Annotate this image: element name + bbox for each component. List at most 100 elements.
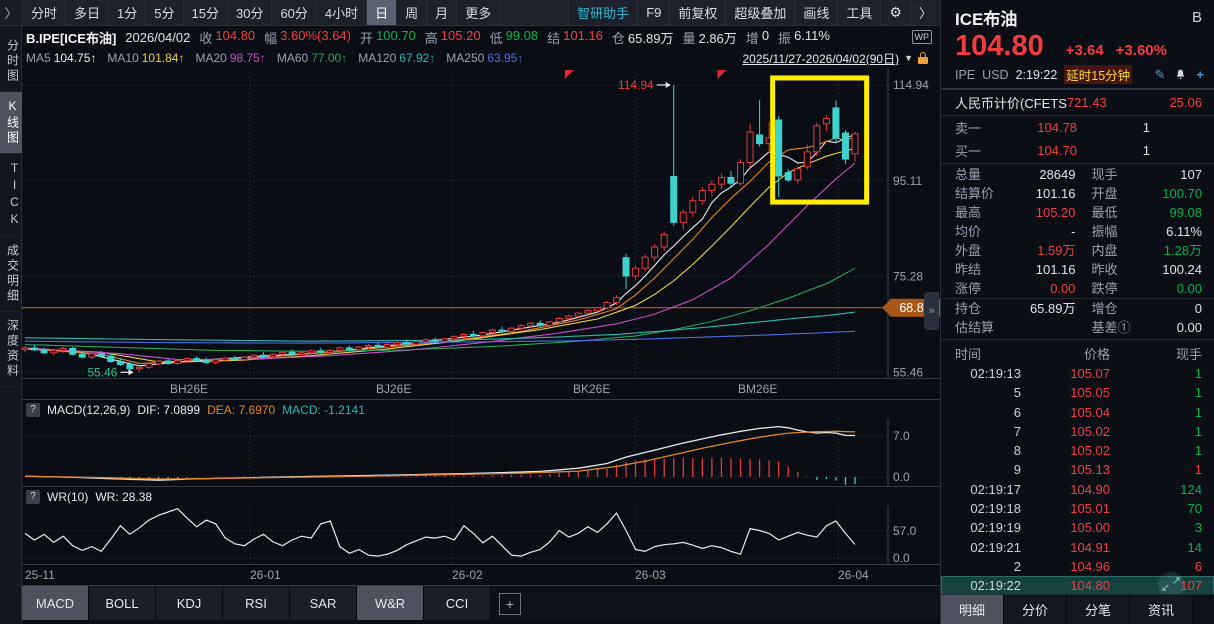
stat-row: 最高105.20最低99.08 (941, 203, 1214, 222)
instrument-name: ICE布油 (955, 5, 1017, 30)
trade-row[interactable]: 5105.051 (941, 383, 1214, 402)
panel-expander-button[interactable]: » (924, 292, 939, 330)
toolbar-button-前复权[interactable]: 前复权 (669, 0, 725, 25)
trade-row[interactable]: 02:19:21104.9114 (941, 538, 1214, 557)
quote-tab-分价[interactable]: 分价 (1004, 595, 1067, 624)
indicator-tab-W&R[interactable]: W&R (357, 586, 424, 620)
lock-icon[interactable] (918, 57, 928, 64)
contract-label-BJ26E: BJ26E (376, 382, 411, 396)
cny-extra: 25.06 (1169, 95, 1202, 110)
trade-date: 2026/04/02 (125, 30, 190, 45)
trade-row[interactable]: 02:19:18105.0170 (941, 499, 1214, 518)
toolbar-button-智研助手[interactable]: 智研助手 (568, 0, 637, 25)
add-indicator-button[interactable]: + (499, 593, 521, 615)
x-axis-labels: 25-1126-0126-0226-0326-04 (22, 565, 940, 586)
timeframe-tab-周[interactable]: 周 (397, 0, 427, 25)
quote-tab-明细[interactable]: 明细 (941, 595, 1004, 624)
timeframe-tab-多日[interactable]: 多日 (66, 0, 109, 25)
timeframe-tab-分时[interactable]: 分时 (23, 0, 66, 25)
ask-row[interactable]: 卖一 104.78 1 (941, 116, 1214, 139)
field-量: 量2.86万 (682, 28, 736, 47)
sidebar-item-成交明细[interactable]: 成交明细 (0, 237, 22, 312)
field-高: 高105.20 (425, 28, 481, 47)
wp-window-icon[interactable]: WP (912, 30, 933, 44)
date-label-26-01: 26-01 (250, 568, 281, 582)
price-change: +3.64 (1066, 42, 1104, 59)
chart-area: B.IPE[ICE布油] 2026/04/02 收104.80幅3.60%(3.… (22, 26, 940, 624)
quote-tab-资讯[interactable]: 资讯 (1130, 595, 1193, 624)
ma-legend-MA120: MA12067.92↑ (358, 51, 435, 65)
collapse-panel-button[interactable]: 〉 (0, 0, 23, 25)
timeframe-tab-1分[interactable]: 1分 (109, 0, 146, 25)
trade-row[interactable]: 9105.131 (941, 460, 1214, 479)
stat-row: 昨结101.16昨收100.24 (941, 260, 1214, 279)
wr-chart[interactable]: 57.00.0 (22, 506, 940, 565)
macd-chart[interactable]: 7.00.0 (22, 419, 940, 487)
toolbar-button-F9[interactable]: F9 (637, 0, 669, 25)
sidebar-item-分时图[interactable]: 分时图 (0, 32, 22, 92)
indicator-tab-CCI[interactable]: CCI (424, 586, 491, 620)
indicator-tab-BOLL[interactable]: BOLL (89, 586, 156, 620)
trade-row[interactable]: 02:19:13105.071 (941, 364, 1214, 383)
indicator-tab-MACD[interactable]: MACD (22, 586, 89, 620)
candlestick-chart[interactable]: 114.9495.1175.2855.46114.9455.4668.82 (22, 68, 940, 378)
indicator-tab-SAR[interactable]: SAR (290, 586, 357, 620)
svg-text:55.46: 55.46 (87, 365, 117, 378)
timeframe-tab-更多[interactable]: 更多 (457, 0, 500, 25)
trade-row[interactable]: 02:19:22104.80107↗↙ (941, 576, 1214, 595)
caret-down-icon[interactable]: ▼ (904, 53, 913, 63)
trade-row[interactable]: 02:19:19105.003 (941, 518, 1214, 537)
cny-pricing-row: 人民币计价(CFETS 721.43 25.06 (941, 90, 1214, 116)
trade-row[interactable]: 6105.041 (941, 403, 1214, 422)
quote-tab-bar: 明细分价分笔资讯 (941, 594, 1214, 624)
trade-row[interactable]: 8105.021 (941, 441, 1214, 460)
timeframe-tab-月[interactable]: 月 (427, 0, 457, 25)
timeframe-tab-日[interactable]: 日 (367, 0, 397, 25)
svg-text:7.0: 7.0 (893, 429, 910, 443)
contract-label-BK26E: BK26E (573, 382, 610, 396)
toolbar-more-chevron-icon[interactable]: 〉 (910, 0, 940, 25)
toolbar-button-画线[interactable]: 画线 (794, 0, 837, 25)
ma-legend-MA5: MA5104.75↑ (26, 51, 96, 65)
field-振: 振6.11% (778, 28, 830, 47)
wr-params[interactable]: WR(10) (47, 490, 88, 504)
edit-icon[interactable]: ✎ (1155, 67, 1166, 83)
timeframe-tab-5分[interactable]: 5分 (146, 0, 183, 25)
timeframe-tab-4小时[interactable]: 4小时 (317, 0, 367, 25)
quote-tab-分笔[interactable]: 分笔 (1067, 595, 1130, 624)
add-watchlist-icon[interactable]: + (1196, 67, 1204, 82)
trading-terminal: 〉 分时多日1分5分15分30分60分4小时日周月更多 智研助手F9前复权超级叠… (0, 0, 1214, 624)
field-结: 结101.16 (547, 28, 603, 47)
field-开: 开100.70 (360, 28, 416, 47)
indicator-tab-KDJ[interactable]: KDJ (156, 586, 223, 620)
svg-text:0.0: 0.0 (893, 551, 910, 565)
stat-row: 外盘1.59万内盘1.28万 (941, 241, 1214, 260)
gear-icon[interactable]: ⚙ (880, 0, 910, 25)
date-label-26-03: 26-03 (635, 568, 666, 582)
help-icon[interactable]: ? (26, 490, 40, 504)
trade-row[interactable]: 02:19:17104.90124 (941, 480, 1214, 499)
stat-row: 持仓65.89万增仓0 (941, 298, 1214, 318)
timeframe-tab-60分[interactable]: 60分 (272, 0, 316, 25)
sidebar-item-深度资料[interactable]: 深度资料 (0, 312, 22, 387)
toolbar-button-超级叠加[interactable]: 超级叠加 (725, 0, 794, 25)
sidebar-item-TICK[interactable]: TICK (0, 154, 22, 237)
symbol-label[interactable]: B.IPE[ICE布油] (26, 28, 116, 47)
currency-code: USD (982, 68, 1008, 82)
trade-row[interactable]: 7105.021 (941, 422, 1214, 441)
sidebar-item-K线图[interactable]: K线图 (0, 92, 22, 154)
alert-bell-icon[interactable] (1174, 68, 1187, 81)
timeframe-tab-30分[interactable]: 30分 (228, 0, 272, 25)
bid-row[interactable]: 买一 104.70 1 -1 (941, 139, 1214, 162)
order-book: 卖一 104.78 1 买一 104.70 1 -1 (941, 116, 1214, 164)
delay-badge: 延时15分钟 (1064, 65, 1132, 84)
macd-params[interactable]: MACD(12,26,9) (47, 403, 130, 417)
field-仓: 仓65.89万 (612, 28, 674, 47)
help-icon[interactable]: ? (26, 403, 40, 417)
indicator-tab-RSI[interactable]: RSI (223, 586, 290, 620)
quote-panel: ICE布油 B 104.80 +3.64 +3.60% IPE USD 2:19… (940, 0, 1214, 624)
timeframe-tab-15分[interactable]: 15分 (184, 0, 228, 25)
toolbar-button-工具[interactable]: 工具 (837, 0, 880, 25)
ma-legend: MA5104.75↑MA10101.84↑MA2098.75↑MA6077.00… (26, 51, 523, 65)
date-range[interactable]: 2025/11/27-2026/04/02(90日) (743, 50, 900, 67)
